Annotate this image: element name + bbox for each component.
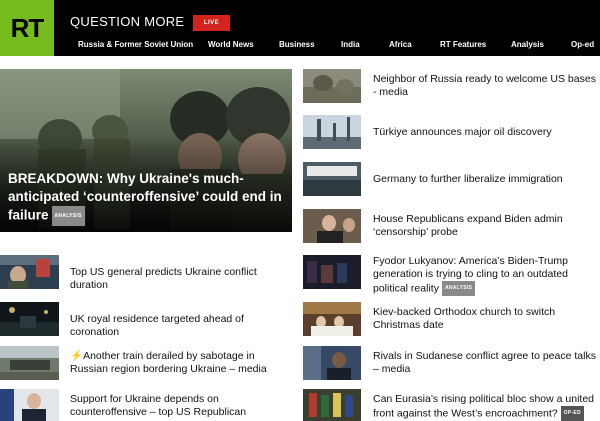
lightning-icon: ⚡ [70, 350, 84, 362]
story-thumbnail [303, 69, 361, 103]
list-item[interactable]: Fyodor Lukyanov: America’s Biden-Trump g… [303, 255, 600, 296]
story-thumbnail [303, 209, 361, 243]
story-title: Neighbor of Russia ready to welcome US b… [373, 73, 596, 98]
list-item[interactable]: ⚡Another train derailed by sabotage in R… [0, 346, 292, 380]
story-title: Kiev-backed Orthodox church to switch Ch… [373, 306, 556, 331]
nav-item-world-news[interactable]: World News [208, 40, 254, 49]
list-item[interactable]: Neighbor of Russia ready to welcome US b… [303, 69, 600, 104]
list-item[interactable]: Support for Ukraine depends on counterof… [0, 389, 292, 421]
story-title: Germany to further liberalize immigratio… [373, 173, 563, 185]
live-button[interactable]: LIVE [193, 15, 230, 31]
list-item[interactable]: Can Eurasia’s rising political bloc show… [303, 389, 600, 421]
hero-story[interactable]: BREAKDOWN: Why Ukraine's much-anticipate… [0, 69, 292, 232]
story-thumbnail [0, 302, 59, 336]
nav-item-business[interactable]: Business [279, 40, 315, 49]
tagline: QUESTION MORE [70, 14, 185, 29]
nav-item-africa[interactable]: Africa [389, 40, 412, 49]
story-thumbnail [303, 115, 361, 149]
list-item[interactable]: Top US general predicts Ukraine conflict… [0, 255, 292, 291]
story-thumbnail [303, 162, 361, 196]
nav-item-op-ed[interactable]: Op-ed [571, 40, 594, 49]
nav-item-rt-features[interactable]: RT Features [440, 40, 486, 49]
story-thumbnail [0, 346, 59, 380]
list-item[interactable]: Rivals in Sudanese conflict agree to pea… [303, 346, 600, 381]
logo-text: RT [10, 12, 45, 43]
list-item[interactable]: Türkiye announces major oil discovery [303, 115, 600, 150]
list-item[interactable]: House Republicans expand Biden admin ‘ce… [303, 209, 600, 244]
story-title: UK royal residence targeted ahead of cor… [70, 313, 244, 338]
story-title: Top US general predicts Ukraine conflict… [70, 266, 257, 291]
analysis-badge: ANALYSIS [51, 206, 85, 226]
nav-item-analysis[interactable]: Analysis [511, 40, 544, 49]
story-title: ⚡Another train derailed by sabotage in R… [70, 350, 292, 376]
story-thumbnail [303, 346, 361, 380]
story-thumbnail [0, 389, 59, 421]
nav-item-india[interactable]: India [341, 40, 360, 49]
hero-title[interactable]: BREAKDOWN: Why Ukraine's much-anticipate… [8, 170, 290, 226]
story-thumbnail [0, 255, 59, 289]
list-item[interactable]: Kiev-backed Orthodox church to switch Ch… [303, 302, 600, 337]
story-title: Rivals in Sudanese conflict agree to pea… [373, 350, 596, 375]
list-item[interactable]: Germany to further liberalize immigratio… [303, 162, 600, 197]
story-title: Fyodor Lukyanov: America’s Biden-Trump g… [373, 255, 600, 296]
story-thumbnail [303, 302, 361, 336]
story-thumbnail [303, 255, 361, 289]
main-nav: Russia & Former Soviet Union World News … [0, 40, 600, 54]
nav-item-russia[interactable]: Russia & Former Soviet Union [78, 40, 193, 49]
story-title: Can Eurasia’s rising political bloc show… [373, 393, 600, 421]
site-header: RT QUESTION MORE LIVE Russia & Former So… [0, 0, 600, 56]
story-title: Support for Ukraine depends on counterof… [70, 393, 247, 418]
story-title-text: Another train derailed by sabotage in Ru… [70, 350, 267, 375]
hero-title-text: BREAKDOWN: Why Ukraine's much-anticipate… [8, 171, 282, 223]
story-title: House Republicans expand Biden admin ‘ce… [373, 213, 563, 238]
list-item[interactable]: UK royal residence targeted ahead of cor… [0, 302, 292, 338]
op-ed-badge: OP-ED [560, 406, 584, 421]
story-title: Türkiye announces major oil discovery [373, 126, 552, 138]
analysis-badge: ANALYSIS [441, 281, 476, 296]
story-thumbnail [303, 389, 361, 421]
